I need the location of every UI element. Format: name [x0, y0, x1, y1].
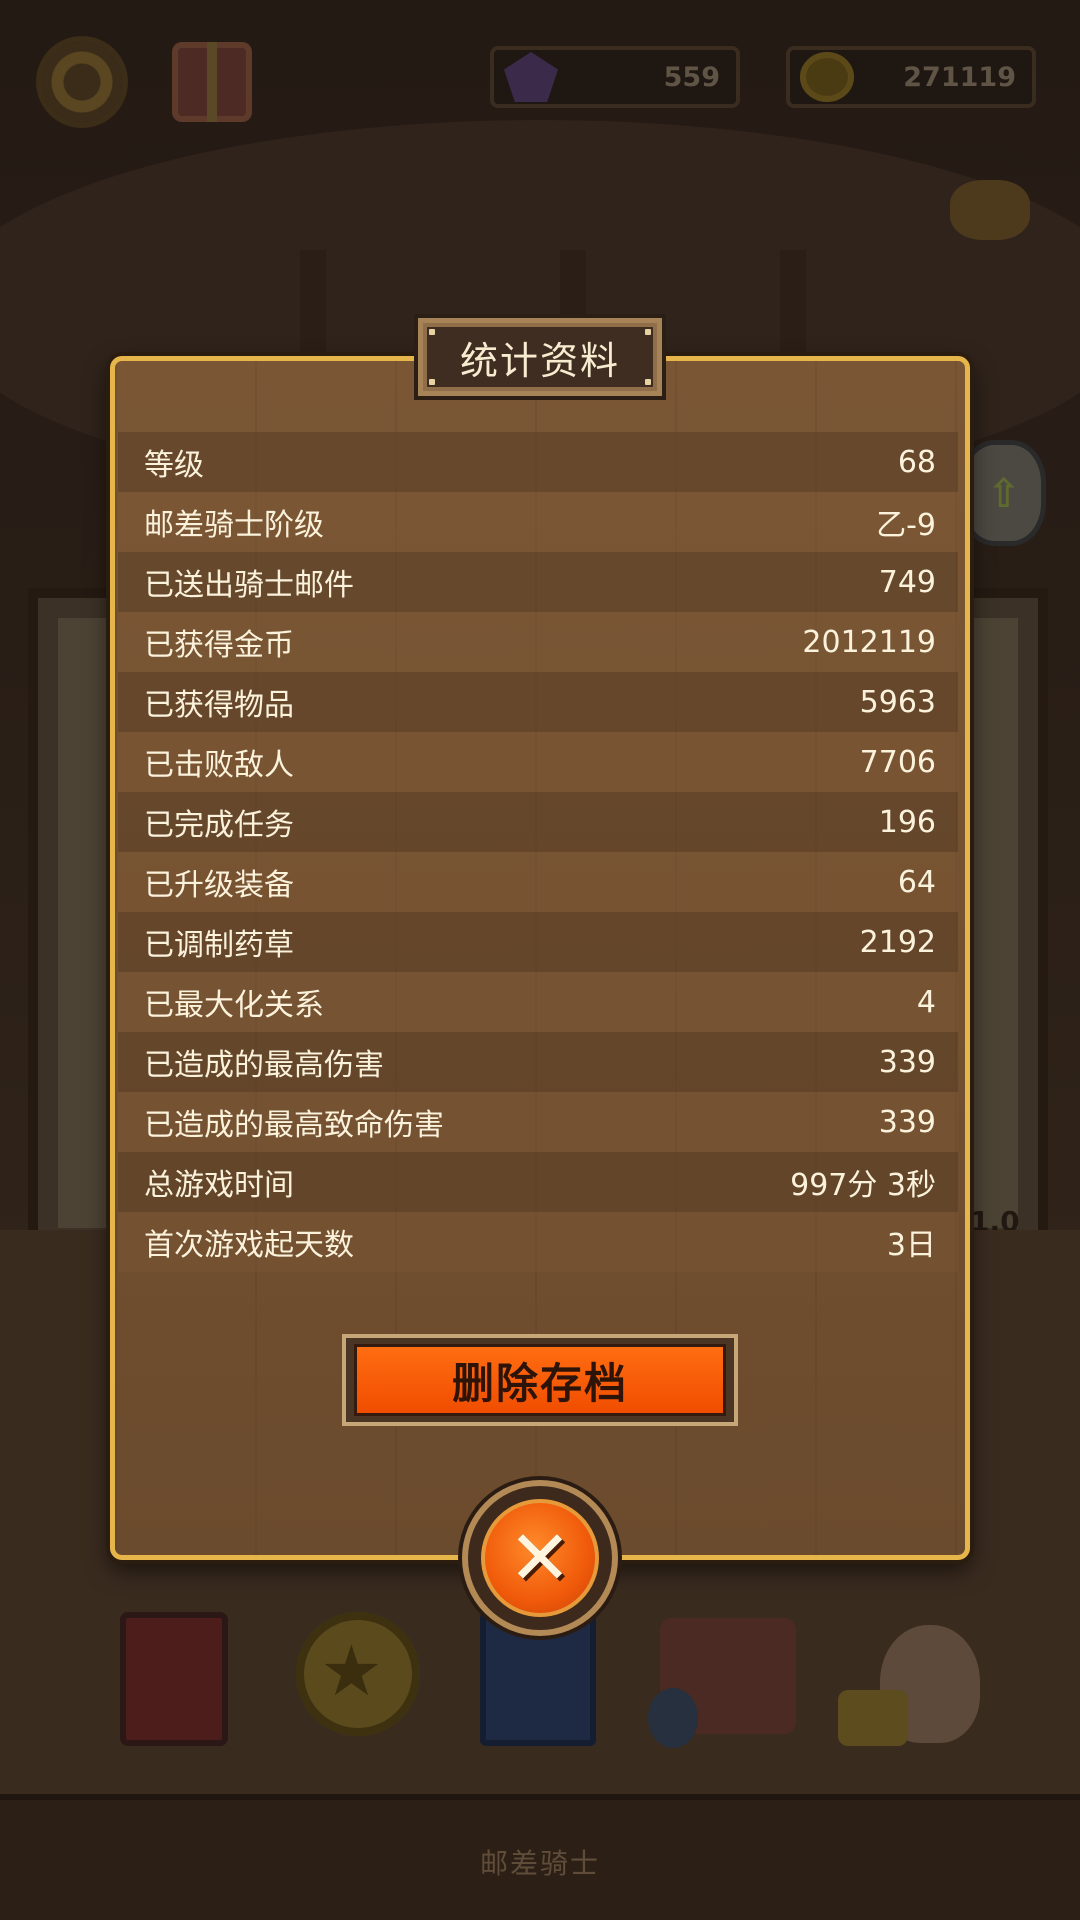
stat-value: 2012119 [802, 624, 936, 660]
stat-label: 总游戏时间 [144, 1168, 294, 1203]
delete-save-button[interactable]: 删除存档 [342, 1334, 738, 1426]
stat-row: 已完成任务 196 [118, 792, 958, 852]
stat-value: 339 [878, 1104, 936, 1140]
stat-row: 已获得金币 2012119 [118, 612, 958, 672]
panel-title: 统计资料 [459, 338, 620, 383]
potion-flask-icon [648, 1688, 698, 1748]
stat-row: 已击败敌人 7706 [118, 732, 958, 792]
up-arrow-icon: ⇧ [987, 471, 1021, 517]
footer-bar: 邮差骑士 [0, 1794, 1080, 1920]
stat-label: 已送出骑士邮件 [144, 568, 354, 603]
stats-list: 等级 68 邮差骑士阶级 乙-9 已送出骑士邮件 749 已获得金币 2012119 已… [118, 432, 958, 1272]
stat-value: 339 [878, 1044, 936, 1080]
stat-value: 7706 [859, 744, 936, 780]
stat-value: 乙-9 [876, 508, 936, 543]
stat-label: 已造成的最高伤害 [144, 1048, 384, 1083]
stat-label: 已升级装备 [144, 868, 294, 903]
coin-stack-icon [838, 1690, 908, 1746]
gold-coin-icon [800, 52, 854, 102]
journal-book-icon[interactable] [120, 1612, 228, 1746]
rivet-icon [645, 329, 651, 335]
gem-count: 559 [663, 62, 720, 93]
stat-row: 总游戏时间 997分 3秒 [118, 1152, 958, 1212]
stat-label: 已造成的最高致命伤害 [144, 1108, 444, 1143]
stat-label: 已获得物品 [144, 688, 294, 723]
stat-label: 已完成任务 [144, 808, 294, 843]
star-icon: ★ [320, 1630, 383, 1712]
stat-row: 已造成的最高伤害 339 [118, 1032, 958, 1092]
stat-row: 等级 68 [118, 432, 958, 492]
stat-value: 997分 3秒 [790, 1168, 936, 1203]
stat-label: 已击败敌人 [144, 748, 294, 783]
rivet-icon [429, 329, 435, 335]
stat-value: 2192 [859, 924, 936, 960]
panel-header: 统计资料 [418, 318, 662, 396]
stat-label: 已调制药草 [144, 928, 294, 963]
stat-label: 等级 [144, 448, 204, 483]
stat-label: 已最大化关系 [144, 988, 324, 1023]
close-icon: ✕ [508, 1513, 572, 1602]
stat-label: 已获得金币 [144, 628, 294, 663]
speech-bubble-icon[interactable]: ⇧ [960, 440, 1046, 546]
settings-gear-icon[interactable] [42, 42, 122, 122]
stat-label: 首次游戏起天数 [144, 1228, 354, 1263]
footer-title: 邮差骑士 [479, 1847, 600, 1880]
stat-row: 首次游戏起天数 3日 [118, 1212, 958, 1272]
gift-icon[interactable] [172, 42, 252, 122]
stat-row: 已最大化关系 4 [118, 972, 958, 1032]
stat-value: 68 [897, 444, 936, 480]
stat-value: 749 [878, 564, 936, 600]
stat-row: 已送出骑士邮件 749 [118, 552, 958, 612]
pot-icon[interactable] [950, 180, 1030, 240]
stat-value: 64 [897, 864, 936, 900]
gold-count: 271119 [903, 62, 1016, 93]
close-button[interactable]: ✕ [462, 1480, 618, 1636]
stat-value: 196 [878, 804, 936, 840]
gem-counter[interactable]: 559 [490, 46, 740, 108]
stat-row: 已调制药草 2192 [118, 912, 958, 972]
delete-save-label: 删除存档 [451, 1358, 628, 1408]
stat-value: 5963 [859, 684, 936, 720]
stat-value: 3日 [886, 1228, 936, 1263]
star-coin-icon[interactable]: ★ [296, 1612, 420, 1736]
gem-icon [504, 52, 558, 102]
stat-row: 已升级装备 64 [118, 852, 958, 912]
gold-counter[interactable]: 271119 [786, 46, 1036, 108]
stat-value: 4 [916, 984, 936, 1020]
stat-label: 邮差骑士阶级 [144, 508, 324, 543]
stat-row: 已获得物品 5963 [118, 672, 958, 732]
stat-row: 邮差骑士阶级 乙-9 [118, 492, 958, 552]
rivet-icon [429, 379, 435, 385]
stat-row: 已造成的最高致命伤害 339 [118, 1092, 958, 1152]
rivet-icon [645, 379, 651, 385]
